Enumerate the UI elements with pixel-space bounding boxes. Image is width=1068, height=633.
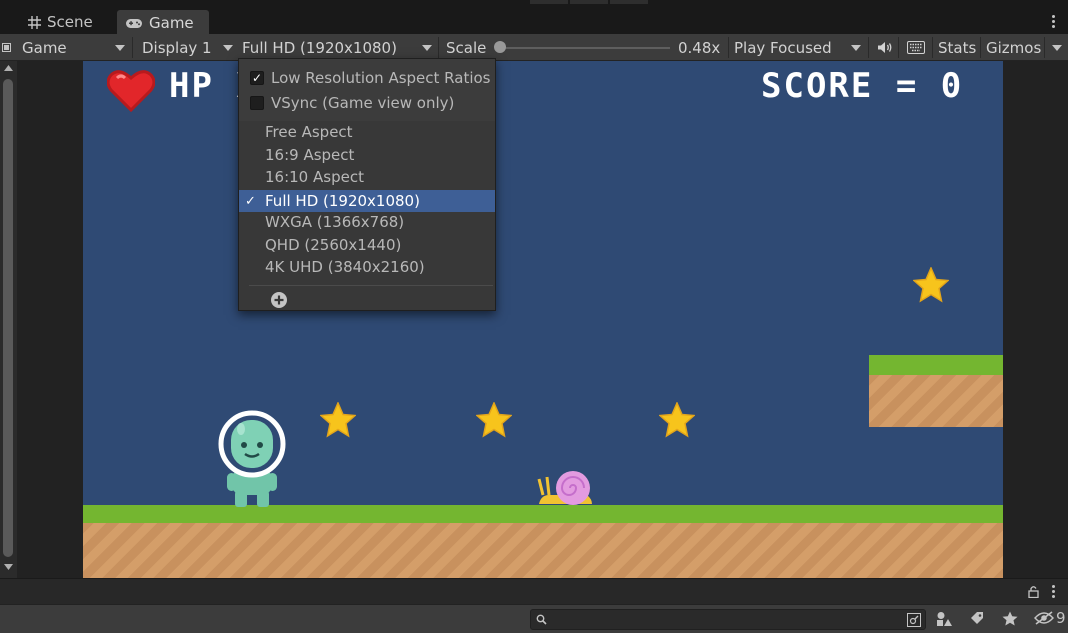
speaker-icon (878, 42, 892, 53)
floating-platform (869, 373, 1003, 427)
stats-button[interactable]: Stats (938, 34, 976, 61)
toolbar-divider (868, 37, 869, 58)
scale-slider-track[interactable] (498, 47, 670, 49)
low-resolution-toggle[interactable]: ✓ Low Resolution Aspect Ratios (239, 67, 495, 89)
panel-menu-icon[interactable] (1052, 585, 1056, 598)
scroll-down-icon[interactable] (4, 564, 13, 570)
chevron-down-icon (115, 45, 125, 51)
resolution-label: Full HD (1920x1080) (242, 38, 397, 57)
window-top-strip (0, 0, 1068, 10)
tab-bar: Scene Game (0, 10, 1068, 34)
tab-menu-icon[interactable] (1052, 15, 1056, 28)
menu-item-label: QHD (2560x1440) (265, 236, 402, 254)
vsync-toggle[interactable]: VSync (Game view only) (239, 92, 495, 114)
toolbar-divider (132, 37, 133, 58)
menu-item-16-9-aspect[interactable]: 16:9 Aspect (239, 144, 495, 166)
scale-value: 0.48x (678, 38, 721, 57)
favorites-star-icon[interactable] (1002, 611, 1018, 626)
star-collectible-icon (320, 402, 356, 438)
menu-item-4k-uhd[interactable]: 4K UHD (3840x2160) (239, 256, 495, 278)
toolbar-handle (570, 0, 608, 4)
heart-icon (107, 70, 155, 112)
scrollbar-thumb[interactable] (3, 79, 13, 557)
view-mode-dropdown[interactable]: Game (22, 34, 130, 61)
lock-icon[interactable] (1028, 585, 1039, 598)
tab-scene[interactable]: Scene (20, 10, 101, 34)
checkbox-checked-icon[interactable]: ✓ (250, 71, 264, 85)
game-canvas[interactable]: HP X SCORE = 0 (83, 61, 1003, 578)
hidden-count: 9 (1056, 609, 1066, 627)
label-tag-icon[interactable] (970, 612, 984, 626)
resolution-dropdown[interactable]: Full HD (1920x1080) (242, 34, 438, 61)
tab-scene-label: Scene (47, 13, 93, 31)
menu-divider (249, 285, 493, 286)
vertical-scrollbar[interactable] (0, 61, 18, 578)
scale-label: Scale (446, 38, 487, 57)
search-by-type-icon[interactable] (907, 613, 921, 627)
audio-mute-button[interactable] (874, 34, 896, 61)
checkmark-icon: ✓ (245, 193, 256, 209)
menu-item-free-aspect[interactable]: Free Aspect (239, 121, 495, 143)
toolbar-divider (980, 37, 981, 58)
menu-item-label: Full HD (1920x1080) (265, 192, 420, 210)
alien-player-sprite (218, 410, 286, 507)
toolbar-divider (1044, 37, 1045, 58)
filter-by-type-icon[interactable] (936, 611, 952, 627)
plus-circle-icon[interactable] (270, 291, 288, 309)
star-collectible-icon (913, 267, 949, 303)
toolbar-divider (898, 37, 899, 58)
gamepad-icon (126, 18, 142, 28)
score-label: SCORE = 0 (761, 66, 964, 106)
grid-icon (28, 15, 41, 29)
toolbar-divider (438, 37, 439, 58)
menu-item-qhd[interactable]: QHD (2560x1440) (239, 234, 495, 256)
resolution-menu: ✓ Low Resolution Aspect Ratios VSync (Ga… (238, 58, 496, 311)
checkbox-unchecked-icon[interactable] (250, 96, 264, 110)
view-mode-label: Game (22, 38, 67, 57)
game-toolbar: Game Display 1 Full HD (1920x1080) Scale… (0, 34, 1068, 61)
shortcuts-button[interactable] (904, 34, 928, 61)
floating-platform-grass (869, 355, 1003, 375)
chevron-down-icon (851, 45, 861, 51)
menu-item-full-hd[interactable]: ✓ Full HD (1920x1080) (239, 190, 495, 212)
keyboard-icon (907, 41, 925, 54)
display-dropdown[interactable]: Display 1 (142, 34, 234, 61)
scroll-up-icon[interactable] (4, 65, 13, 71)
toolbar-handle (610, 0, 648, 4)
play-mode-dropdown[interactable]: Play Focused (734, 34, 866, 61)
snail-enemy-sprite (537, 471, 592, 505)
toolbar-divider (932, 37, 933, 58)
low-resolution-label: Low Resolution Aspect Ratios (271, 69, 491, 87)
star-collectible-icon (476, 402, 512, 438)
star-collectible-icon (659, 402, 695, 438)
search-input[interactable] (530, 609, 926, 630)
project-toolbar: 9 (0, 604, 1068, 633)
ground-grass (83, 505, 1003, 523)
scale-slider-handle[interactable] (494, 41, 506, 53)
menu-item-label: WXGA (1366x768) (265, 213, 405, 231)
play-mode-label: Play Focused (734, 38, 832, 57)
toolbar-handle (530, 0, 568, 4)
toolbar-divider (728, 37, 729, 58)
maximize-icon[interactable] (0, 34, 12, 61)
tab-game-label: Game (149, 14, 194, 32)
menu-item-label: 16:10 Aspect (265, 168, 364, 186)
menu-item-16-10-aspect[interactable]: 16:10 Aspect (239, 166, 495, 188)
gizmos-menu-chevron-icon[interactable] (1052, 45, 1062, 51)
chevron-down-icon (223, 45, 233, 51)
tab-game[interactable]: Game (117, 10, 209, 34)
hidden-packages-toggle[interactable]: 9 (1034, 609, 1066, 627)
ground-dirt (83, 521, 1003, 578)
search-icon (536, 614, 547, 625)
vsync-label: VSync (Game view only) (271, 94, 455, 112)
menu-item-label: 4K UHD (3840x2160) (265, 258, 425, 276)
bottom-panel-header (0, 578, 1068, 604)
gizmos-button[interactable]: Gizmos (986, 34, 1041, 61)
chevron-down-icon (422, 45, 432, 51)
display-label: Display 1 (142, 38, 212, 57)
menu-item-label: 16:9 Aspect (265, 146, 355, 164)
menu-item-wxga[interactable]: WXGA (1366x768) (239, 211, 495, 233)
eye-hidden-icon (1034, 611, 1054, 625)
menu-item-label: Free Aspect (265, 123, 353, 141)
